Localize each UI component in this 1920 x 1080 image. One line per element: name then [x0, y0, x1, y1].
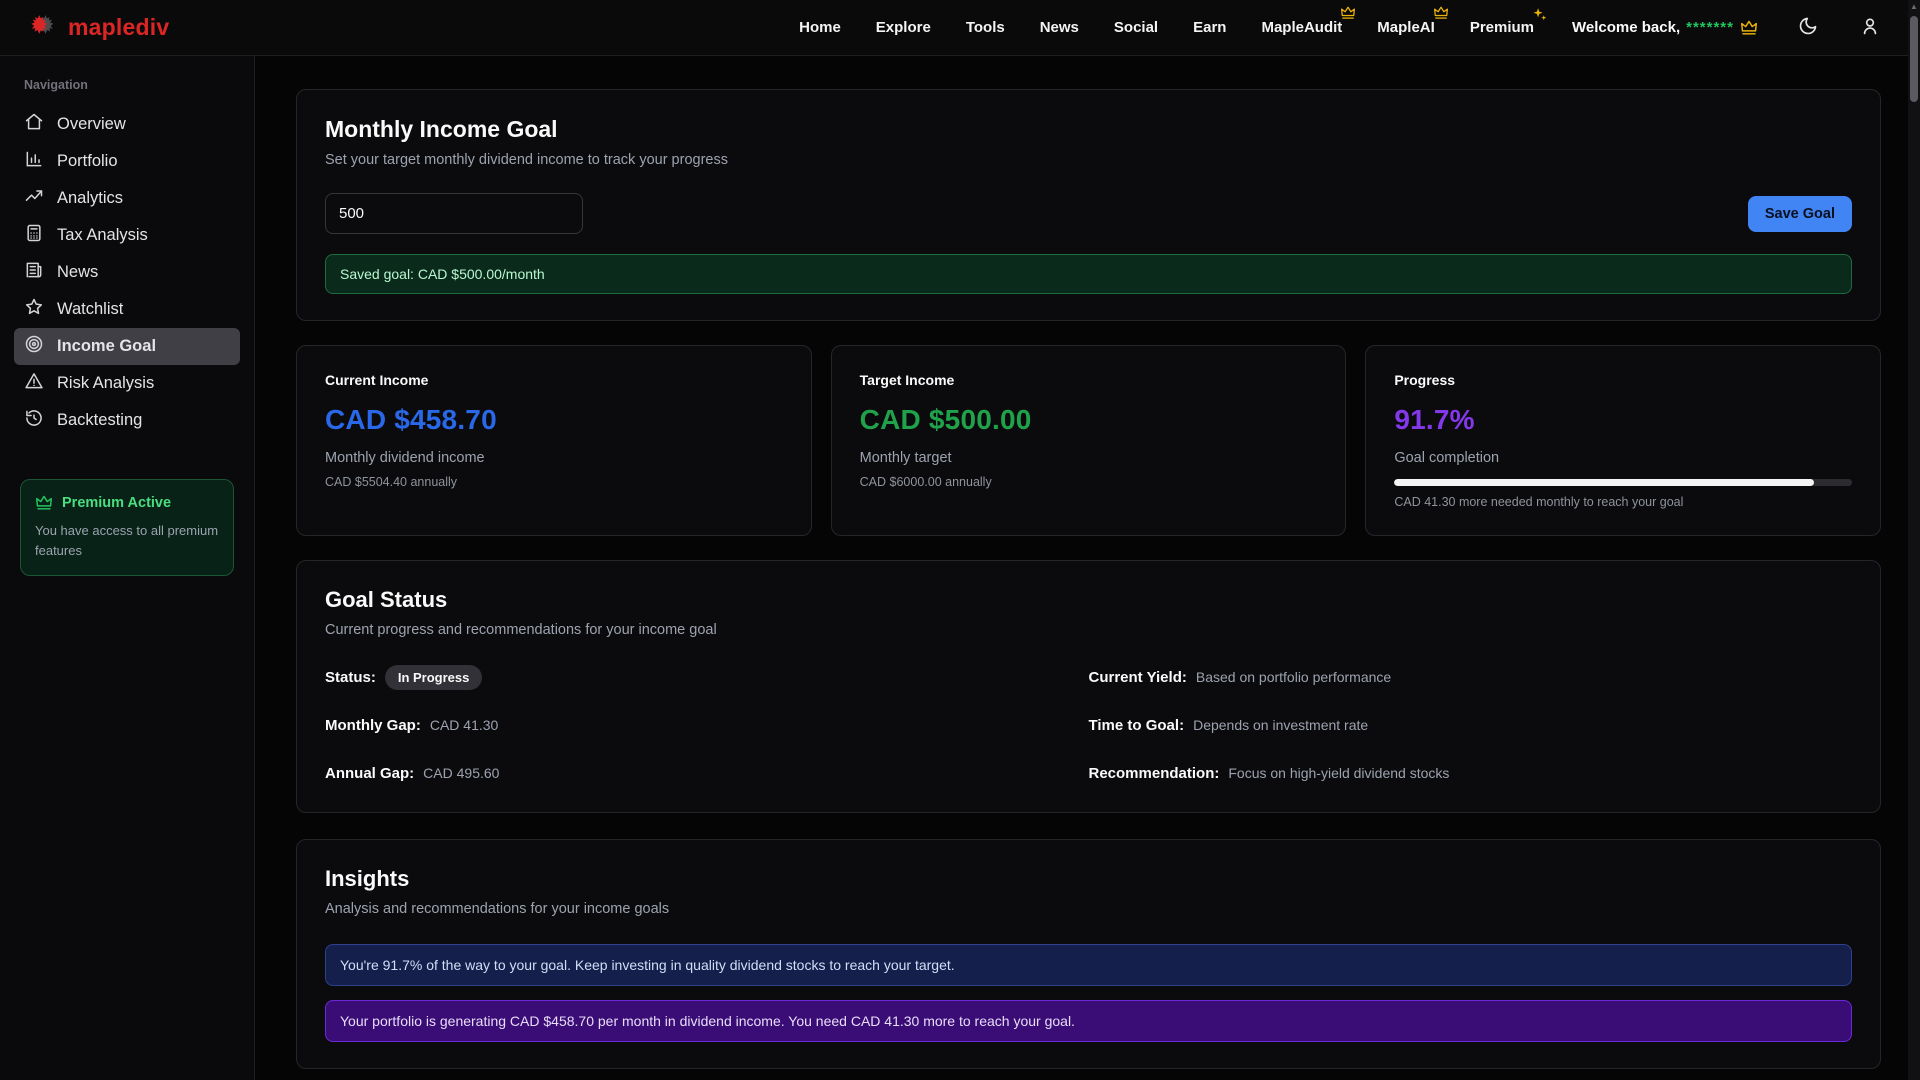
sidebar-item-portfolio[interactable]: Portfolio — [14, 143, 240, 180]
warning-triangle-icon — [24, 371, 44, 396]
current-income-value: CAD $458.70 — [325, 404, 783, 436]
goal-status-card: Goal Status Current progress and recomme… — [296, 560, 1881, 813]
main-content: Monthly Income Goal Set your target mont… — [255, 56, 1920, 1080]
annual-gap-row: Annual Gap: CAD 495.60 — [325, 760, 1089, 786]
nav-mapleai[interactable]: MapleAI — [1377, 19, 1435, 36]
current-yield-row: Current Yield: Based on portfolio perfor… — [1089, 664, 1853, 690]
target-income-caption: Monthly target — [860, 450, 1318, 466]
progress-bar — [1394, 479, 1852, 486]
nav-explore[interactable]: Explore — [876, 19, 931, 36]
progress-caption: Goal completion — [1394, 450, 1852, 466]
target-income-card: Target Income CAD $500.00 Monthly target… — [831, 345, 1347, 536]
saved-goal-banner: Saved goal: CAD $500.00/month — [325, 254, 1852, 294]
page-title: Monthly Income Goal — [325, 116, 1852, 143]
brand-name: maplediv — [68, 14, 169, 41]
nav-tools[interactable]: Tools — [966, 19, 1005, 36]
masked-username: ******* — [1686, 19, 1734, 36]
sidebar-item-news[interactable]: News — [14, 254, 240, 291]
insight-progress-message: You're 91.7% of the way to your goal. Ke… — [325, 944, 1852, 986]
premium-box-description: You have access to all premium features — [35, 521, 219, 560]
primary-nav: Home Explore Tools News Social Earn Mapl… — [799, 19, 1534, 36]
current-income-label: Current Income — [325, 372, 783, 388]
goal-status-subtitle: Current progress and recommendations for… — [325, 622, 1852, 638]
status-badge: In Progress — [385, 665, 483, 690]
crown-icon — [1740, 20, 1758, 36]
bar-chart-icon — [24, 149, 44, 174]
stats-row: Current Income CAD $458.70 Monthly divid… — [296, 345, 1881, 536]
target-icon — [24, 334, 44, 359]
recommendation-row: Recommendation: Focus on high-yield divi… — [1089, 760, 1853, 786]
calculator-icon — [24, 223, 44, 248]
insights-title: Insights — [325, 866, 1852, 892]
sidebar-item-risk-analysis[interactable]: Risk Analysis — [14, 365, 240, 402]
sidebar-section-label: Navigation — [24, 78, 230, 92]
target-income-value: CAD $500.00 — [860, 404, 1318, 436]
home-icon — [24, 112, 44, 137]
brand-logo[interactable]: maplediv — [28, 11, 169, 44]
goal-status-title: Goal Status — [325, 587, 1852, 613]
profile-button[interactable] — [1860, 16, 1880, 39]
top-navbar: maplediv Home Explore Tools News Social … — [0, 0, 1920, 56]
theme-toggle-button[interactable] — [1798, 16, 1818, 39]
goal-amount-input[interactable] — [325, 193, 583, 234]
premium-box-title: Premium Active — [62, 495, 171, 511]
progress-label: Progress — [1394, 372, 1852, 388]
star-icon — [24, 297, 44, 322]
nav-premium[interactable]: Premium — [1470, 19, 1534, 36]
target-income-annual: CAD $6000.00 annually — [860, 475, 1318, 489]
premium-active-box: Premium Active You have access to all pr… — [20, 479, 234, 576]
sparkles-icon — [1531, 6, 1548, 27]
current-income-caption: Monthly dividend income — [325, 450, 783, 466]
nav-earn[interactable]: Earn — [1193, 19, 1226, 36]
window-scrollbar[interactable]: ▲ — [1908, 0, 1920, 1080]
insight-portfolio-message: Your portfolio is generating CAD $458.70… — [325, 1000, 1852, 1042]
trend-up-icon — [24, 186, 44, 211]
time-to-goal-row: Time to Goal: Depends on investment rate — [1089, 712, 1853, 738]
monthly-income-goal-card: Monthly Income Goal Set your target mont… — [296, 89, 1881, 321]
nav-home[interactable]: Home — [799, 19, 841, 36]
progress-card: Progress 91.7% Goal completion CAD 41.30… — [1365, 345, 1881, 536]
sidebar-item-tax-analysis[interactable]: Tax Analysis — [14, 217, 240, 254]
sidebar-item-watchlist[interactable]: Watchlist — [14, 291, 240, 328]
nav-mapleaudit[interactable]: MapleAudit — [1261, 19, 1342, 36]
goal-form-subtitle: Set your target monthly dividend income … — [325, 152, 1852, 168]
insights-card: Insights Analysis and recommendations fo… — [296, 839, 1881, 1069]
sidebar-item-analytics[interactable]: Analytics — [14, 180, 240, 217]
target-income-label: Target Income — [860, 372, 1318, 388]
sidebar-item-overview[interactable]: Overview — [14, 106, 240, 143]
crown-icon — [1340, 6, 1356, 24]
history-icon — [24, 408, 44, 433]
current-income-card: Current Income CAD $458.70 Monthly divid… — [296, 345, 812, 536]
monthly-gap-row: Monthly Gap: CAD 41.30 — [325, 712, 1089, 738]
sidebar-item-backtesting[interactable]: Backtesting — [14, 402, 240, 439]
insights-subtitle: Analysis and recommendations for your in… — [325, 901, 1852, 917]
progress-bar-fill — [1394, 479, 1814, 486]
maple-leaf-icon — [28, 11, 58, 44]
progress-note: CAD 41.30 more needed monthly to reach y… — [1394, 495, 1852, 509]
crown-icon — [35, 495, 53, 511]
sidebar-item-income-goal[interactable]: Income Goal — [14, 328, 240, 365]
save-goal-button[interactable]: Save Goal — [1748, 196, 1852, 232]
moon-icon — [1798, 16, 1818, 39]
current-income-annual: CAD $5504.40 annually — [325, 475, 783, 489]
scrollbar-thumb[interactable] — [1910, 16, 1918, 102]
welcome-message: Welcome back, ******* — [1572, 19, 1758, 36]
status-row: Status: In Progress — [325, 664, 1089, 690]
nav-news[interactable]: News — [1040, 19, 1079, 36]
sidebar: Navigation Overview Portfolio Analytics … — [0, 56, 255, 1080]
scroll-up-arrow[interactable]: ▲ — [1908, 0, 1920, 14]
progress-value: 91.7% — [1394, 404, 1852, 436]
nav-social[interactable]: Social — [1114, 19, 1158, 36]
profile-icon — [1860, 16, 1880, 39]
crown-icon — [1433, 6, 1449, 24]
newspaper-icon — [24, 260, 44, 285]
